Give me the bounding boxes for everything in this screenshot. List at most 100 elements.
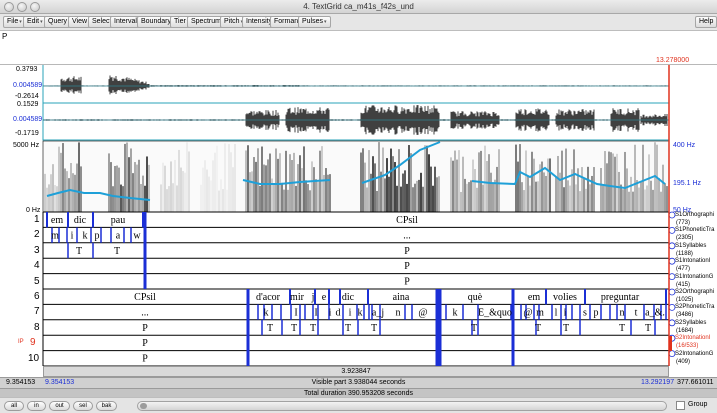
interval-label[interactable]: a_&. bbox=[645, 307, 665, 318]
tier-number: 6 bbox=[34, 291, 40, 302]
interval-label[interactable]: CPsil bbox=[134, 292, 156, 303]
nav-sel-button[interactable]: sel bbox=[73, 401, 93, 411]
interval-label[interactable]: aina bbox=[393, 292, 410, 303]
spectrogram bbox=[42, 140, 670, 213]
interval-label[interactable]: T bbox=[619, 323, 625, 334]
interval-label[interactable]: T bbox=[76, 246, 82, 257]
scrollbar-thumb[interactable] bbox=[140, 403, 147, 409]
chevron-down-icon: ▾ bbox=[40, 19, 43, 25]
interval-label[interactable]: i bbox=[349, 307, 352, 318]
interval-label[interactable]: k bbox=[264, 307, 269, 318]
interval-label[interactable]: mir bbox=[290, 292, 305, 303]
interval-label[interactable]: P bbox=[142, 338, 148, 349]
menu-label: Intensity bbox=[246, 18, 273, 25]
interval-label[interactable]: k bbox=[453, 307, 458, 318]
selection-bar[interactable]: 3.923847 bbox=[0, 366, 717, 377]
interval-label[interactable]: T bbox=[645, 323, 651, 334]
interval-label[interactable]: s bbox=[583, 307, 587, 318]
tier-name[interactable]: S1PhoneticTra bbox=[675, 227, 714, 233]
interval-label[interactable]: I bbox=[294, 307, 297, 318]
tier-name[interactable]: S1IntonationI bbox=[675, 258, 710, 264]
interval-label[interactable]: t bbox=[635, 307, 638, 318]
tier-count: (2305) bbox=[676, 235, 694, 242]
total-duration-bar[interactable]: Total duration 390.953208 seconds bbox=[0, 388, 717, 397]
interval-label[interactable]: T bbox=[345, 323, 351, 334]
tier-name[interactable]: S2Orthographi bbox=[675, 289, 714, 295]
interval-label[interactable]: k bbox=[83, 230, 88, 241]
group-label: Group bbox=[688, 401, 708, 408]
interval-label[interactable]: T bbox=[563, 323, 569, 334]
interval-label[interactable]: CPsil bbox=[396, 215, 418, 226]
interval-label[interactable]: T bbox=[114, 246, 120, 257]
interval-label[interactable]: k bbox=[358, 307, 363, 318]
interval-label[interactable]: P bbox=[142, 354, 148, 365]
interval-label[interactable]: I bbox=[314, 307, 317, 318]
tier-name[interactable]: S2Syllables bbox=[675, 320, 706, 326]
interval-label[interactable]: p bbox=[594, 307, 599, 318]
interval-label[interactable]: n bbox=[620, 307, 625, 318]
tier-name[interactable]: S2PhoneticTra bbox=[675, 304, 714, 310]
nav-all-button[interactable]: all bbox=[4, 401, 24, 411]
interval-label[interactable]: m bbox=[51, 230, 59, 241]
interval-label[interactable]: volies bbox=[553, 292, 577, 303]
interval-label[interactable]: @ bbox=[418, 307, 427, 318]
tier-name[interactable]: S2IntonationG bbox=[675, 351, 713, 357]
interval-label[interactable]: m bbox=[536, 307, 544, 318]
interval-label[interactable]: T bbox=[535, 323, 541, 334]
interval-label[interactable]: em bbox=[528, 292, 540, 303]
interval-label[interactable]: a bbox=[116, 230, 121, 241]
interval-label[interactable]: ... bbox=[403, 230, 411, 241]
tier-name[interactable]: S1Orthographi bbox=[675, 212, 714, 218]
interval-label[interactable]: @ bbox=[523, 307, 532, 318]
menu-pulses[interactable]: Pulses▾ bbox=[298, 16, 331, 28]
interval-label[interactable]: P bbox=[142, 323, 148, 334]
interval-label[interactable]: d bbox=[336, 307, 341, 318]
menu-label: Pitch bbox=[224, 18, 240, 25]
interval-label[interactable]: j bbox=[311, 292, 315, 303]
interval-label[interactable]: i bbox=[564, 307, 567, 318]
tier-name[interactable]: S1IntonationG bbox=[675, 274, 713, 280]
interval-label[interactable]: T bbox=[291, 323, 297, 334]
interval-label[interactable]: T bbox=[267, 323, 273, 334]
nav-in-button[interactable]: in bbox=[27, 401, 46, 411]
interval-label[interactable]: P bbox=[404, 246, 410, 257]
group-checkbox[interactable] bbox=[676, 401, 685, 410]
tier-name[interactable]: S1Syllables bbox=[675, 243, 706, 249]
nav-bak-button[interactable]: bak bbox=[96, 401, 117, 411]
interval-label[interactable]: E_&quo bbox=[478, 307, 512, 318]
interval-label[interactable]: què bbox=[468, 292, 483, 303]
visible-part-bar[interactable]: 9.354153 9.354153 Visible part 3.938044 … bbox=[0, 377, 717, 388]
help-label: Help bbox=[699, 18, 714, 25]
interval-label[interactable]: dic bbox=[342, 292, 355, 303]
interval-label[interactable]: preguntar bbox=[601, 292, 640, 303]
interval-label[interactable]: em bbox=[51, 215, 63, 226]
interval-label[interactable]: l bbox=[555, 307, 558, 318]
signal-canvas[interactable]: em dic pau CPsilm i k p a w ...T T PPPCPsil d'acor mi… bbox=[0, 65, 717, 376]
interval-label[interactable]: P bbox=[404, 261, 410, 272]
pitch-max-label: 400 Hz bbox=[673, 142, 696, 149]
interval-label[interactable]: ... bbox=[141, 307, 149, 318]
help-menu[interactable]: Help bbox=[695, 16, 717, 28]
tier-count: (409) bbox=[676, 358, 691, 365]
interval-label[interactable]: n bbox=[396, 307, 401, 318]
interval-label[interactable]: P bbox=[404, 277, 410, 288]
interval-label[interactable]: i bbox=[329, 307, 332, 318]
menu-label: Formant bbox=[274, 18, 301, 25]
interval-label[interactable]: dic bbox=[74, 215, 87, 226]
interval-label[interactable]: T bbox=[371, 323, 377, 334]
interval-label[interactable]: T bbox=[310, 323, 316, 334]
interval-label[interactable]: pau bbox=[111, 215, 125, 226]
interval-label[interactable]: p bbox=[95, 230, 100, 241]
selection-duration: 3.923847 bbox=[43, 366, 669, 377]
tier-name[interactable]: S2IntonationI bbox=[675, 335, 710, 341]
horizontal-scrollbar[interactable] bbox=[137, 401, 667, 411]
interval-label[interactable]: i bbox=[71, 230, 74, 241]
interval-label[interactable]: e bbox=[322, 292, 327, 303]
interval-label[interactable]: w bbox=[133, 230, 141, 241]
interval-label[interactable]: T bbox=[471, 323, 477, 334]
interval-label[interactable]: a_j bbox=[372, 307, 384, 318]
spectrogram-fmax-label: 5000 Hz bbox=[13, 142, 40, 149]
interval-label[interactable]: d'acor bbox=[256, 292, 281, 303]
interval-text-field[interactable]: P bbox=[0, 31, 717, 65]
nav-out-button[interactable]: out bbox=[49, 401, 70, 411]
